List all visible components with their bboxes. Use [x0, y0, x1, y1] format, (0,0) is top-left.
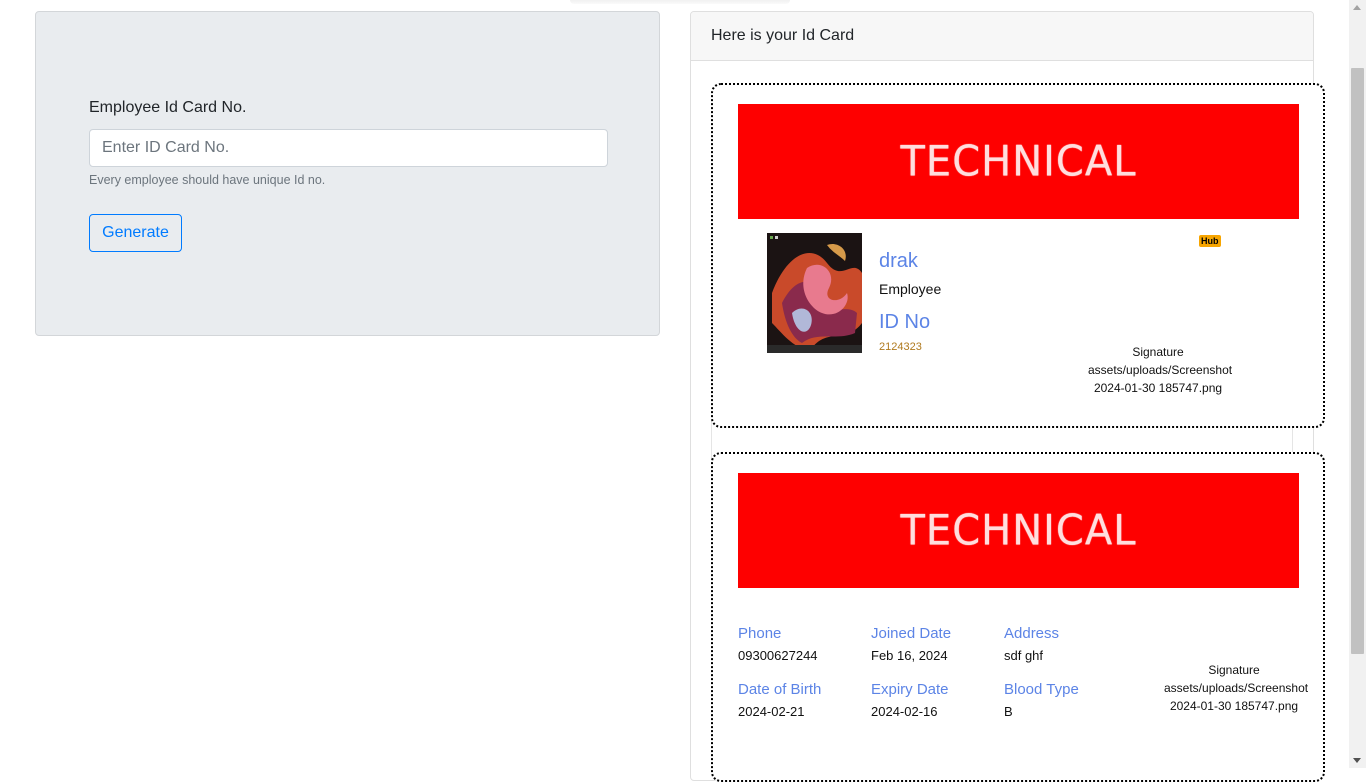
expiry-date-value: 2024-02-16 — [871, 704, 938, 719]
id-card-input[interactable] — [89, 129, 608, 167]
hub-badge: Hub — [1199, 235, 1221, 247]
blood-type-label: Blood Type — [1004, 681, 1079, 698]
joined-date-field: Joined Date Feb 16, 2024 — [871, 625, 951, 664]
phone-label: Phone — [738, 625, 782, 642]
top-shadow — [570, 0, 790, 4]
id-card-help-text: Every employee should have unique Id no. — [89, 173, 326, 187]
phone-field: Phone 09300627244 — [738, 625, 818, 664]
card-panel-header: Here is your Id Card — [691, 12, 1313, 61]
id-card-front: TECHNICAL drak Employee ID No 2124323 Hu… — [711, 83, 1325, 428]
generate-button[interactable]: Generate — [89, 214, 182, 252]
dob-value: 2024-02-21 — [738, 704, 805, 719]
phone-value: 09300627244 — [738, 648, 818, 663]
address-field: Address sdf ghf — [1004, 625, 1059, 664]
banner-text: TECHNICAL — [900, 137, 1137, 186]
blood-type-field: Blood Type B — [1004, 681, 1079, 720]
joined-date-label: Joined Date — [871, 625, 952, 642]
id-card-back: TECHNICAL Phone 09300627244 Joined Date … — [711, 452, 1325, 782]
id-card-label: Employee Id Card No. — [89, 99, 247, 116]
id-number-label: ID No — [879, 311, 931, 333]
joined-date-value: Feb 16, 2024 — [871, 648, 948, 663]
signature-image-alt-back: Signature assets/uploads/Screenshot 2024… — [1164, 663, 1309, 713]
company-banner: TECHNICAL — [738, 104, 1299, 219]
employee-photo — [767, 233, 862, 353]
scroll-down-icon[interactable] — [1353, 758, 1361, 763]
scroll-up-icon[interactable] — [1353, 5, 1361, 10]
expiry-date-field: Expiry Date 2024-02-16 — [871, 681, 949, 720]
address-value: sdf ghf — [1004, 648, 1044, 663]
address-label: Address — [1004, 625, 1060, 642]
blood-type-value: B — [1004, 704, 1013, 719]
page-scrollbar[interactable] — [1349, 0, 1366, 768]
expiry-date-label: Expiry Date — [871, 681, 949, 698]
company-banner-back: TECHNICAL — [738, 473, 1299, 588]
id-number-value: 2124323 — [879, 341, 922, 353]
banner-text-back: TECHNICAL — [900, 506, 1137, 555]
signature-image-alt: Signature assets/uploads/Screenshot 2024… — [1088, 345, 1233, 395]
employee-role: Employee — [879, 281, 942, 297]
employee-name: drak — [879, 250, 918, 272]
id-form-panel: Employee Id Card No. Every employee shou… — [35, 11, 660, 336]
dob-field: Date of Birth 2024-02-21 — [738, 681, 821, 720]
dob-label: Date of Birth — [738, 681, 822, 698]
scrollbar-thumb[interactable] — [1351, 68, 1364, 654]
